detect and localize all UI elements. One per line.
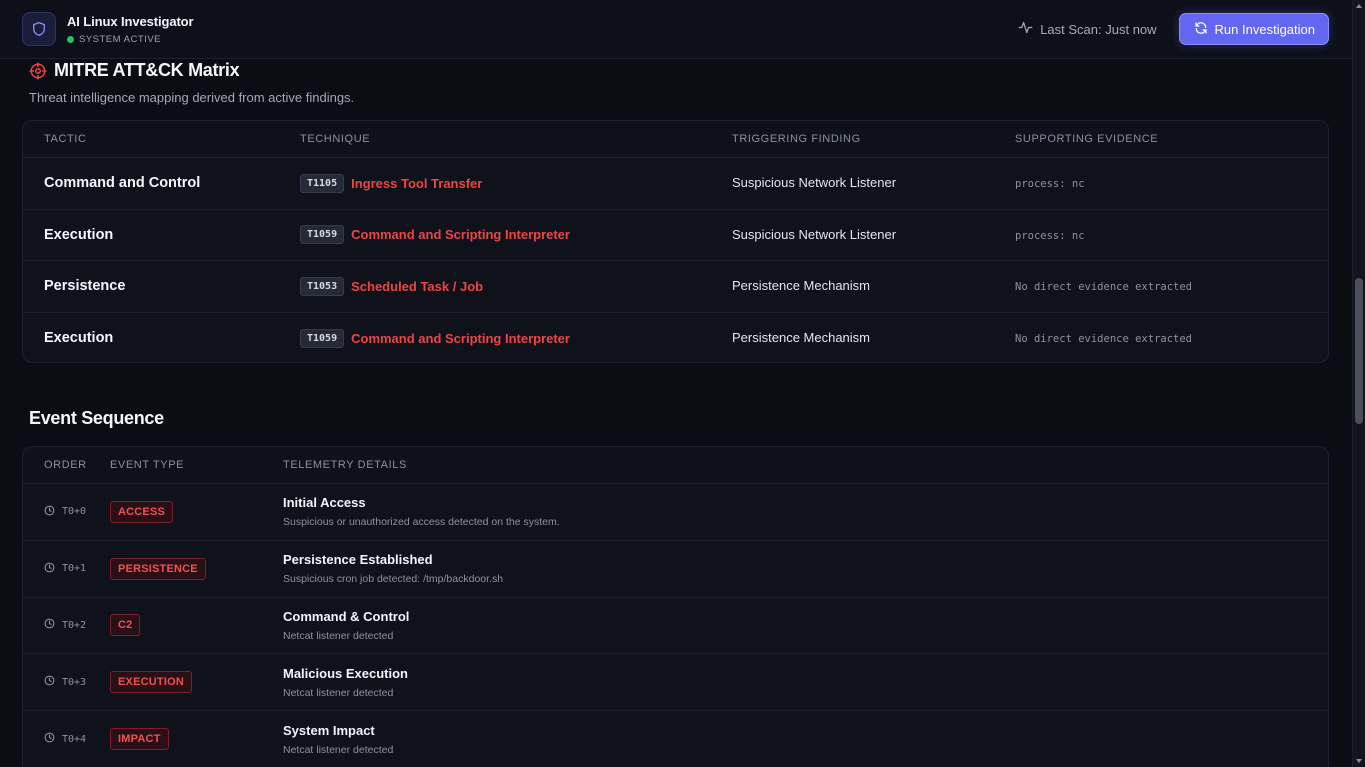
table-row: Command and Control T1105 Ingress Tool T… — [23, 158, 1328, 210]
event-type-badge: IMPACT — [110, 728, 169, 751]
column-header-technique: TECHNIQUE — [300, 133, 371, 145]
supporting-evidence: process: nc — [1015, 229, 1085, 242]
event-title: Command & Control — [283, 608, 410, 624]
header-actions: Last Scan: Just now Run Investigation — [1018, 13, 1329, 45]
event-order: T0+1 — [62, 563, 87, 575]
technique-link[interactable]: Scheduled Task / Job — [351, 279, 483, 294]
table-row: T0+0 ACCESS Initial Access Suspicious or… — [23, 484, 1328, 541]
technique-id-badge: T1053 — [300, 276, 345, 296]
mitre-table-header: TACTIC TECHNIQUE TRIGGERING FINDING SUPP… — [23, 121, 1328, 158]
event-table-header: ORDER EVENT TYPE TELEMETRY DETAILS — [23, 447, 1328, 484]
brand: AI Linux Investigator SYSTEM ACTIVE — [22, 12, 194, 46]
event-title: Initial Access — [283, 495, 366, 511]
event-title: System Impact — [283, 722, 375, 738]
tactic-name: Execution — [44, 226, 114, 243]
triggering-finding: Suspicious Network Listener — [732, 226, 897, 242]
system-status: SYSTEM ACTIVE — [67, 34, 193, 45]
run-investigation-label: Run Investigation — [1214, 21, 1315, 37]
clock-icon — [44, 616, 55, 634]
status-dot-icon — [67, 35, 74, 43]
technique-id-badge: T1105 — [300, 173, 345, 193]
mitre-title: MITRE ATT&CK Matrix — [54, 60, 240, 80]
technique-id-badge: T1059 — [300, 225, 345, 245]
scroll-down-arrow-icon[interactable] — [1356, 759, 1362, 763]
shield-icon — [22, 12, 56, 46]
technique-id-badge: T1059 — [300, 328, 345, 348]
table-row: Persistence T1053 Scheduled Task / Job P… — [23, 261, 1328, 313]
crosshair-target-icon — [29, 61, 47, 80]
event-title: Persistence Established — [283, 552, 433, 568]
supporting-evidence: No direct evidence extracted — [1015, 333, 1193, 346]
event-detail: Suspicious cron job detected: /tmp/backd… — [283, 573, 504, 586]
event-order: T0+3 — [62, 676, 87, 688]
tactic-name: Persistence — [44, 278, 126, 295]
last-scan-text: Last Scan: Just now — [1040, 21, 1157, 37]
column-header-supporting-evidence: SUPPORTING EVIDENCE — [1015, 133, 1159, 145]
clock-icon — [44, 730, 55, 748]
clock-icon — [44, 503, 55, 521]
triggering-finding: Persistence Mechanism — [732, 330, 870, 346]
triggering-finding: Suspicious Network Listener — [732, 175, 897, 191]
technique-link[interactable]: Command and Scripting Interpreter — [351, 331, 570, 346]
column-header-event-type: EVENT TYPE — [110, 459, 185, 471]
top-header: AI Linux Investigator SYSTEM ACTIVE Last… — [0, 0, 1352, 59]
status-text: SYSTEM ACTIVE — [79, 33, 161, 45]
refresh-icon — [1194, 21, 1215, 38]
column-header-order: ORDER — [44, 459, 87, 471]
event-sequence-table: ORDER EVENT TYPE TELEMETRY DETAILS T0+0 … — [22, 446, 1329, 767]
table-row: Execution T1059 Command and Scripting In… — [23, 313, 1328, 363]
event-detail: Netcat listener detected — [283, 686, 394, 699]
technique-link[interactable]: Command and Scripting Interpreter — [351, 227, 570, 242]
app-title: AI Linux Investigator — [67, 13, 194, 29]
event-type-badge: ACCESS — [110, 500, 174, 523]
scrollbar-thumb[interactable] — [1355, 278, 1363, 424]
technique-link[interactable]: Ingress Tool Transfer — [351, 176, 482, 191]
event-type-badge: PERSISTENCE — [110, 557, 206, 580]
tactic-name: Execution — [44, 330, 114, 347]
table-row: T0+1 PERSISTENCE Persistence Established… — [23, 541, 1328, 598]
event-type-badge: EXECUTION — [110, 671, 192, 694]
event-order: T0+4 — [62, 733, 87, 745]
column-header-tactic: TACTIC — [44, 133, 87, 145]
column-header-telemetry-details: TELEMETRY DETAILS — [283, 459, 407, 471]
last-scan-indicator: Last Scan: Just now — [1018, 20, 1157, 38]
clock-icon — [44, 673, 55, 691]
tactic-name: Command and Control — [44, 175, 201, 192]
table-row: Execution T1059 Command and Scripting In… — [23, 210, 1328, 261]
mitre-subtitle: Threat intelligence mapping derived from… — [29, 90, 355, 105]
triggering-finding: Persistence Mechanism — [732, 278, 870, 294]
run-investigation-button[interactable]: Run Investigation — [1178, 13, 1329, 45]
event-sequence-title: Event Sequence — [29, 408, 164, 428]
table-row: T0+4 IMPACT System Impact Netcat listene… — [23, 711, 1328, 767]
event-detail: Netcat listener detected — [283, 743, 394, 756]
event-order: T0+0 — [62, 506, 87, 518]
event-type-badge: C2 — [110, 614, 141, 637]
supporting-evidence: process: nc — [1015, 178, 1085, 191]
event-detail: Netcat listener detected — [283, 629, 394, 642]
supporting-evidence: No direct evidence extracted — [1015, 281, 1193, 294]
event-order: T0+2 — [62, 619, 87, 631]
scroll-up-arrow-icon[interactable] — [1356, 4, 1362, 8]
table-row: T0+2 C2 Command & Control Netcat listene… — [23, 598, 1328, 655]
mitre-section-header: MITRE ATT&CK Matrix Threat intelligence … — [29, 60, 354, 105]
event-detail: Suspicious or unauthorized access detect… — [283, 516, 560, 529]
mitre-table: TACTIC TECHNIQUE TRIGGERING FINDING SUPP… — [22, 120, 1329, 363]
table-row: T0+3 EXECUTION Malicious Execution Netca… — [23, 654, 1328, 712]
column-header-triggering-finding: TRIGGERING FINDING — [732, 133, 861, 145]
activity-pulse-icon — [1018, 20, 1040, 38]
clock-icon — [44, 560, 55, 578]
page-scrollbar[interactable] — [1352, 0, 1365, 767]
event-title: Malicious Execution — [283, 665, 408, 681]
